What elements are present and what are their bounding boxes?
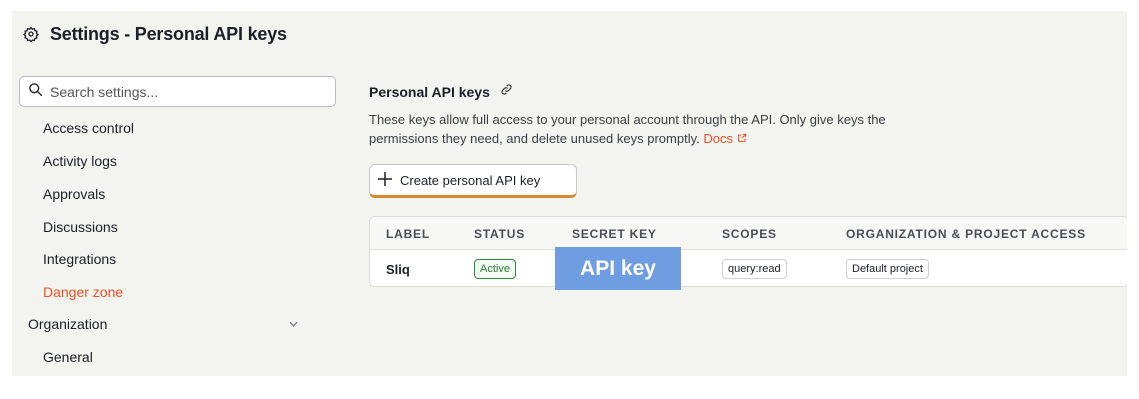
docs-link-label: Docs: [703, 131, 733, 146]
search-icon: [28, 82, 43, 102]
sidebar-item-integrations[interactable]: Integrations: [43, 251, 116, 267]
plus-icon: [378, 171, 392, 189]
secret-key-mask: API key: [555, 247, 681, 290]
column-header-scopes: SCOPES: [722, 227, 777, 241]
sidebar-group-organization[interactable]: Organization: [28, 316, 298, 332]
sidebar-item-discussions[interactable]: Discussions: [43, 219, 118, 235]
settings-frame: Settings - Personal API keys Access cont…: [12, 11, 1127, 376]
column-header-status: STATUS: [474, 227, 526, 241]
sidebar-item-access-control[interactable]: Access control: [43, 120, 134, 136]
table-header: LABEL STATUS SECRET KEY SCOPES ORGANIZAT…: [370, 217, 1127, 250]
link-icon[interactable]: [500, 83, 513, 101]
search-input[interactable]: [50, 83, 320, 100]
section-description: These keys allow full access to your per…: [369, 110, 989, 148]
external-link-icon: [737, 131, 747, 146]
description-line-1: These keys allow full access to your per…: [369, 112, 886, 127]
scope-tag: query:read: [722, 259, 787, 279]
chevron-down-icon[interactable]: [289, 319, 298, 330]
column-header-access: ORGANIZATION & PROJECT ACCESS: [846, 227, 1086, 241]
create-api-key-label: Create personal API key: [400, 172, 541, 188]
search-box[interactable]: [19, 76, 336, 107]
docs-link[interactable]: Docs: [703, 131, 746, 146]
description-line-2: permissions they need, and delete unused…: [369, 129, 989, 148]
sidebar-group-label: Organization: [28, 316, 108, 332]
column-header-label: LABEL: [386, 227, 430, 241]
sidebar-item-activity-logs[interactable]: Activity logs: [43, 153, 117, 169]
row-label: Sliq: [386, 262, 410, 277]
gear-icon: [22, 25, 40, 43]
create-api-key-button[interactable]: Create personal API key: [369, 164, 577, 198]
status-badge: Active: [474, 259, 516, 279]
column-header-secret-key: SECRET KEY: [572, 227, 657, 241]
section-header: Personal API keys: [369, 83, 513, 101]
page-header: Settings - Personal API keys: [22, 23, 287, 45]
sidebar-item-general[interactable]: General: [43, 349, 93, 365]
description-text: permissions they need, and delete unused…: [369, 131, 700, 146]
project-access-tag: Default project: [846, 259, 929, 279]
section-title: Personal API keys: [369, 84, 490, 100]
page-title: Settings - Personal API keys: [50, 23, 287, 44]
sidebar-item-approvals[interactable]: Approvals: [43, 186, 105, 202]
sidebar-item-danger-zone[interactable]: Danger zone: [43, 284, 123, 300]
api-keys-table: LABEL STATUS SECRET KEY SCOPES ORGANIZAT…: [369, 216, 1127, 290]
